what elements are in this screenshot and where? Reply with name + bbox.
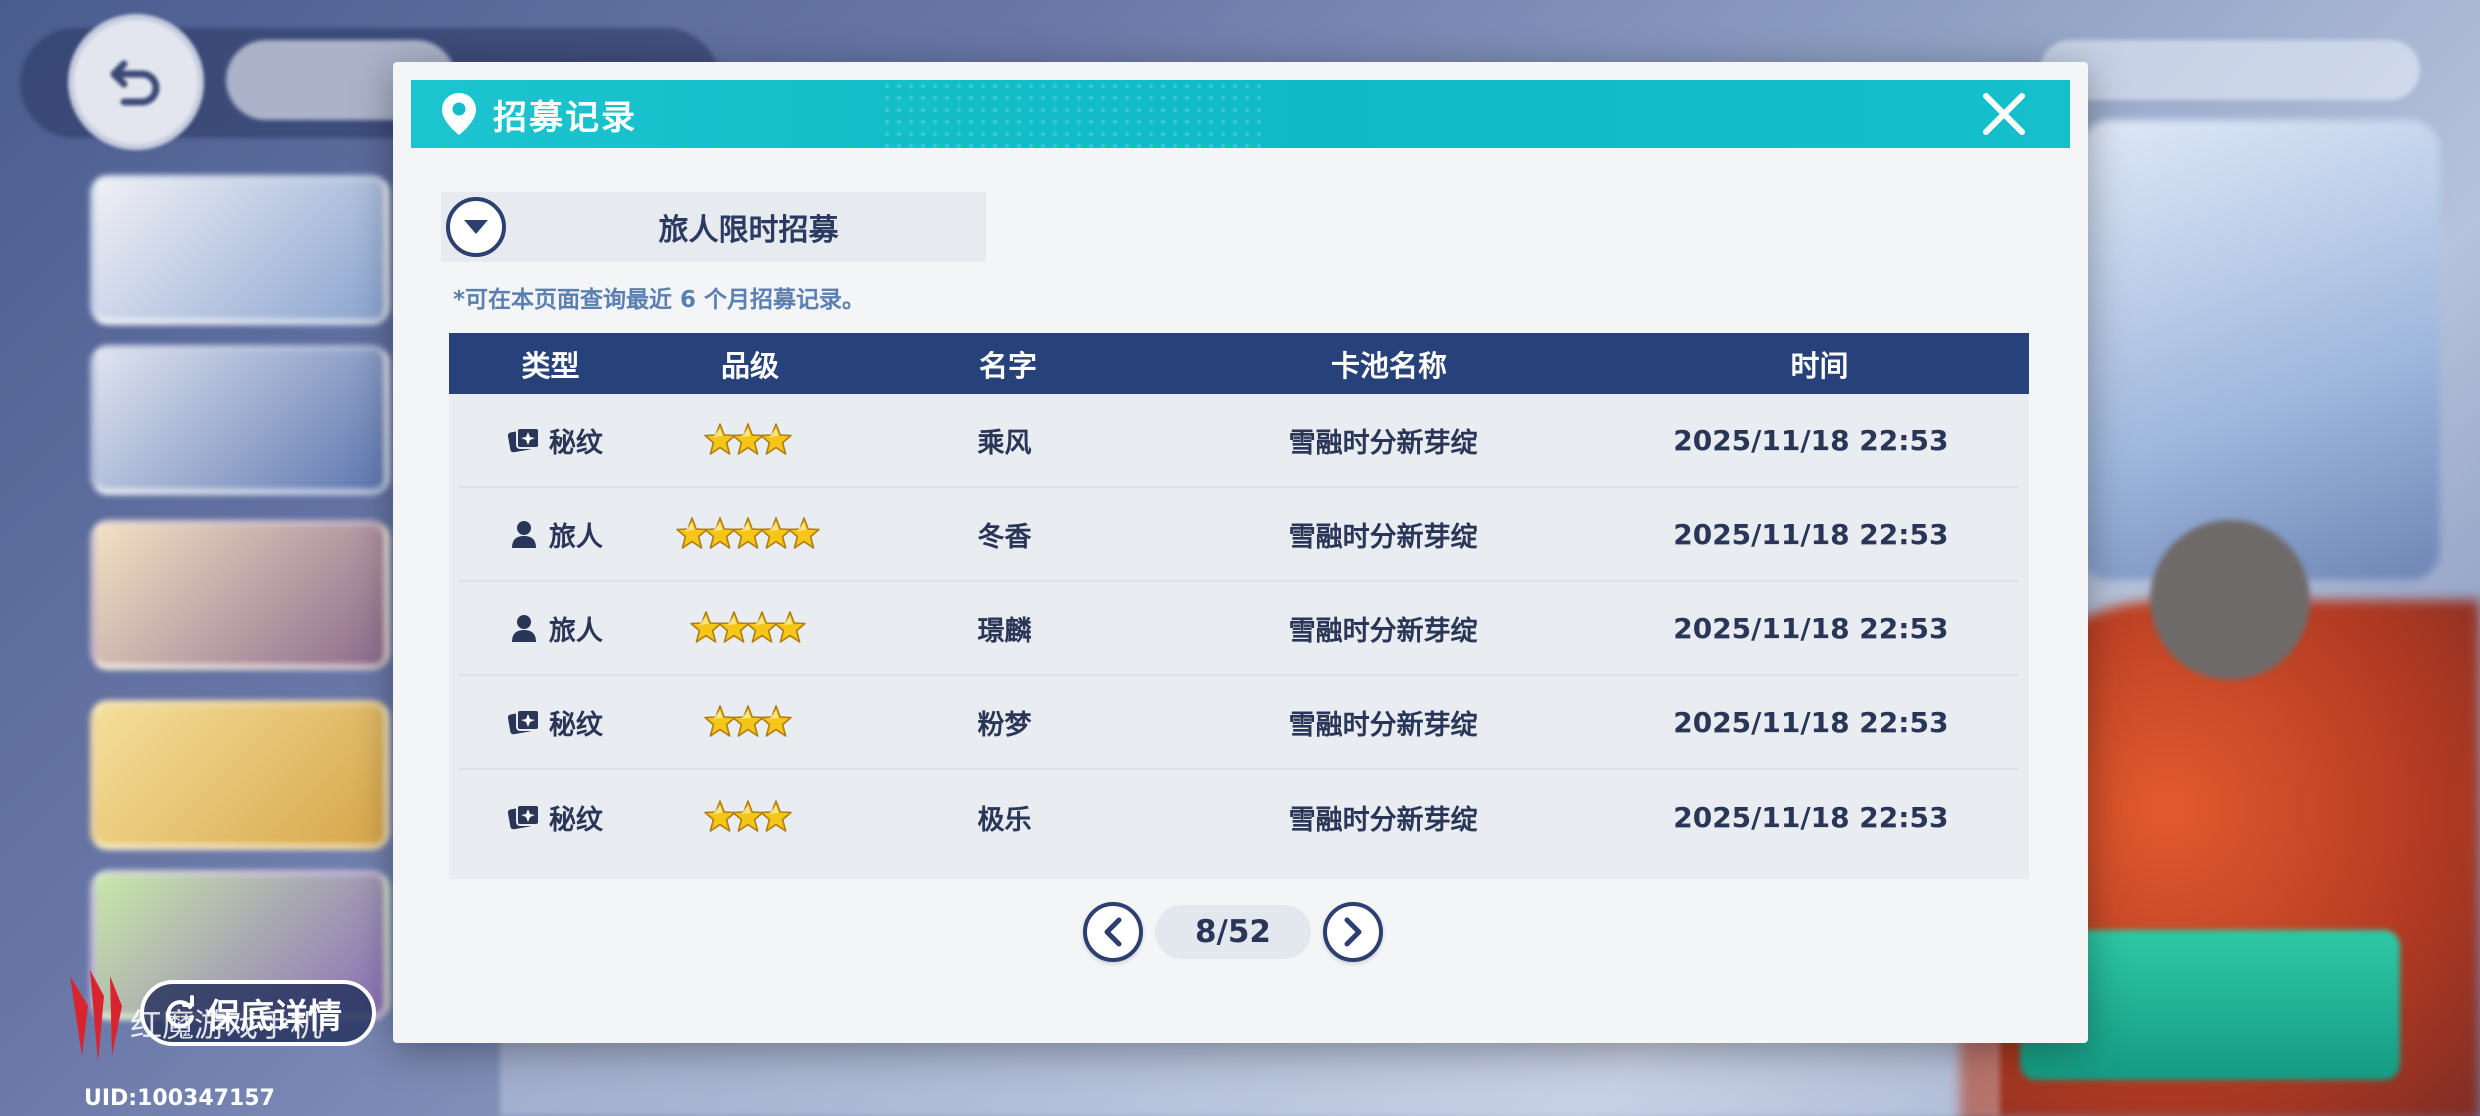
table-row: 秘纹 乘风 雪融时分新芽绽 2025/11/18 22:53 <box>459 394 2019 488</box>
dialog-header: 招募记录 <box>411 80 2070 148</box>
cell-grade <box>651 704 846 740</box>
cell-type: 秘纹 <box>459 703 651 742</box>
pagination: 8/52 <box>1083 902 1383 962</box>
cell-name: 冬香 <box>977 521 1032 553</box>
table-row: 秘纹 粉梦 雪融时分新芽绽 2025/11/18 22:53 <box>459 676 2019 770</box>
banner-card <box>90 175 390 325</box>
page-indicator: 8/52 <box>1155 905 1311 959</box>
cell-time: 2025/11/18 22:53 <box>1673 800 1949 834</box>
cell-grade <box>651 610 846 646</box>
cell-time: 2025/11/18 22:53 <box>1673 611 1949 645</box>
card-icon <box>507 804 540 830</box>
type-label: 旅人 <box>548 615 603 647</box>
header-type: 类型 <box>521 348 580 383</box>
table-row: 旅人 璟麟 雪融时分新芽绽 2025/11/18 22:53 <box>459 582 2019 676</box>
event-banner <box>2080 120 2440 580</box>
star-rating <box>651 516 846 552</box>
currency-bar <box>2040 40 2420 100</box>
star-icon <box>760 800 792 832</box>
star-rating <box>651 422 846 458</box>
back-arrow-icon <box>110 60 160 106</box>
cell-name: 极乐 <box>977 804 1032 836</box>
table-row: 秘纹 极乐 雪融时分新芽绽 2025/11/18 22:53 <box>459 770 2019 864</box>
cell-pool: 雪融时分新芽绽 <box>1288 804 1478 836</box>
character-avatar <box>2150 520 2310 680</box>
header-time: 时间 <box>1790 348 1849 383</box>
prev-page-button[interactable] <box>1083 902 1143 962</box>
table-body: 秘纹 乘风 雪融时分新芽绽 2025/11/18 22:53 旅人 冬香 雪融时分新芽绽 20… <box>449 394 2029 864</box>
recruit-table: 类型 品级 名字 卡池名称 时间 秘纹 乘风 雪融时分新芽绽 2025/11/18 2… <box>449 333 2029 879</box>
uid-label: UID:100347157 <box>84 1086 275 1111</box>
cell-grade <box>651 516 846 552</box>
next-page-button[interactable] <box>1323 902 1383 962</box>
pool-dropdown[interactable]: 旅人限时招募 <box>441 192 986 262</box>
star-icon <box>760 705 792 737</box>
star-rating <box>651 799 846 835</box>
type-label: 旅人 <box>548 521 603 553</box>
device-watermark: 红魔游戏手机 <box>130 1006 323 1044</box>
cell-pool: 雪融时分新芽绽 <box>1288 521 1478 553</box>
cell-pool: 雪融时分新芽绽 <box>1288 709 1478 741</box>
notice-text: *可在本页面查询最近 6 个月招募记录。 <box>453 287 866 313</box>
star-icon <box>774 611 806 643</box>
chevron-right-icon <box>1344 917 1362 947</box>
cell-pool: 雪融时分新芽绽 <box>1288 427 1478 459</box>
star-icon <box>788 517 820 549</box>
header-name: 名字 <box>978 348 1037 383</box>
cell-grade <box>651 799 846 835</box>
cell-time: 2025/11/18 22:53 <box>1673 517 1949 551</box>
table-row: 旅人 冬香 雪融时分新芽绽 2025/11/18 22:53 <box>459 488 2019 582</box>
cell-grade <box>651 422 846 458</box>
dialog-title: 招募记录 <box>493 97 637 138</box>
star-icon <box>760 423 792 455</box>
cell-type: 旅人 <box>459 609 651 648</box>
banner-card <box>90 700 390 850</box>
recruit-history-dialog: 招募记录 旅人限时招募 *可在本页面查询最近 6 个月招募记录。 类型 品级 名… <box>393 62 2088 1043</box>
cell-name: 粉梦 <box>977 709 1032 741</box>
redmagic-logo-icon <box>70 970 122 1062</box>
pool-dropdown-label: 旅人限时招募 <box>658 213 839 248</box>
cell-type: 秘纹 <box>459 421 651 460</box>
type-label: 秘纹 <box>548 427 603 459</box>
cell-name: 璟麟 <box>977 615 1032 647</box>
chevron-left-icon <box>1104 917 1122 947</box>
table-header: 类型 品级 名字 卡池名称 时间 <box>449 333 2029 394</box>
location-pin-icon <box>442 93 476 135</box>
person-icon <box>511 615 536 642</box>
cell-type: 旅人 <box>459 515 651 554</box>
cell-name: 乘风 <box>977 427 1032 459</box>
type-label: 秘纹 <box>548 709 603 741</box>
type-label: 秘纹 <box>548 804 603 836</box>
person-icon <box>511 521 536 548</box>
cell-type: 秘纹 <box>459 798 651 837</box>
banner-card <box>90 520 390 670</box>
cell-pool: 雪融时分新芽绽 <box>1288 615 1478 647</box>
banner-card <box>90 345 390 495</box>
star-rating <box>651 704 846 740</box>
back-button[interactable] <box>68 14 204 150</box>
dropdown-button[interactable] <box>446 197 506 257</box>
star-rating <box>651 610 846 646</box>
header-pool: 卡池名称 <box>1330 348 1447 383</box>
card-icon <box>507 427 540 453</box>
chevron-down-icon <box>464 220 488 234</box>
card-icon <box>507 709 540 735</box>
header-grade: 品级 <box>720 348 779 383</box>
close-icon[interactable] <box>1978 88 2030 140</box>
cell-time: 2025/11/18 22:53 <box>1673 705 1949 739</box>
cell-time: 2025/11/18 22:53 <box>1673 423 1949 457</box>
